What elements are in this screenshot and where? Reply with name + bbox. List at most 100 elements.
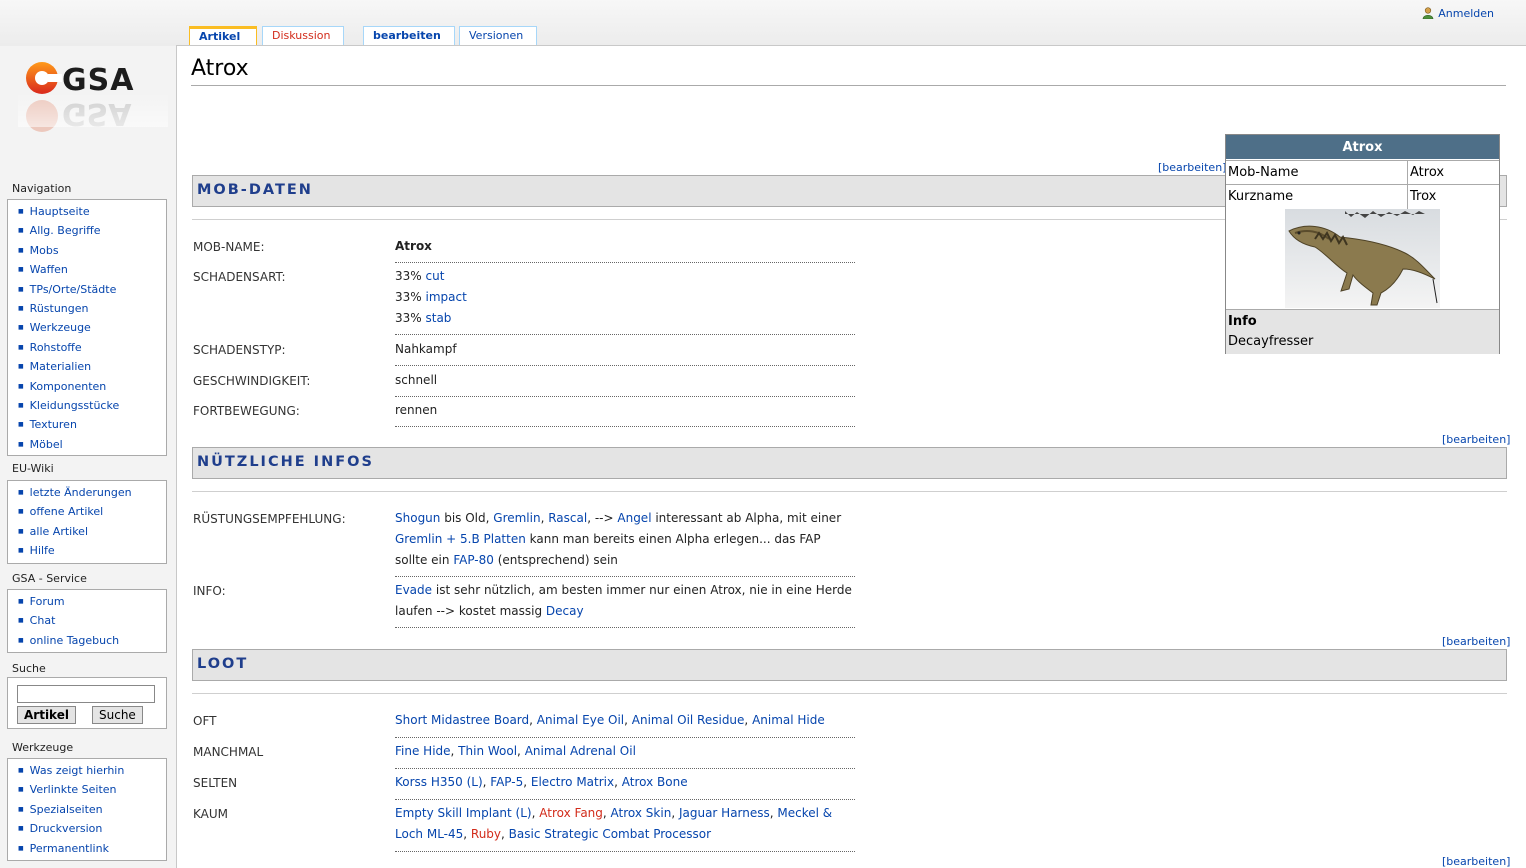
edit-section-next[interactable]: [bearbeiten] xyxy=(1442,855,1510,868)
info-value: Evade ist sehr nützlich, am besten immer… xyxy=(395,580,853,622)
damage-pct: 33% xyxy=(395,290,426,304)
damage-type-label: SCHADENSART: xyxy=(193,270,286,284)
armor-recommendation-value: Shogun bis Old, Gremlin, Rascal, --> Ang… xyxy=(395,508,853,571)
nav-item-moebel[interactable]: Möbel xyxy=(18,435,166,454)
tab-discussion[interactable]: Diskussion xyxy=(262,26,344,45)
euwiki-item-changes[interactable]: letzte Änderungen xyxy=(18,483,166,502)
nav-item-label: Mobs xyxy=(29,243,59,257)
nav-item-label: Texturen xyxy=(29,418,77,432)
tab-article[interactable]: Artikel xyxy=(189,26,257,45)
row-divider xyxy=(395,365,855,366)
damage-pct: 33% xyxy=(395,311,426,325)
loot-link[interactable]: Electro Matrix xyxy=(531,775,614,789)
nav-item-werkzeuge[interactable]: Werkzeuge xyxy=(18,318,166,337)
loot-link[interactable]: Atrox Bone xyxy=(622,775,688,789)
row-divider xyxy=(395,396,855,397)
tab-history[interactable]: Versionen xyxy=(459,26,537,45)
edit-section-loot[interactable]: [bearbeiten] xyxy=(1442,635,1510,648)
edit-section-infos[interactable]: [bearbeiten] xyxy=(1442,433,1510,446)
nav-item-ruestungen[interactable]: Rüstungen xyxy=(18,299,166,318)
tab-article-label: Artikel xyxy=(199,30,241,43)
damage-link-impact[interactable]: impact xyxy=(426,290,467,304)
text: , xyxy=(523,775,531,789)
nav-item-materialien[interactable]: Materialien xyxy=(18,357,166,376)
damage-cut: 33% cut xyxy=(395,266,853,287)
login-link[interactable]: Anmelden xyxy=(1438,7,1494,20)
link-fap80[interactable]: FAP-80 xyxy=(453,553,494,567)
text: , xyxy=(602,806,611,820)
gsa-logo[interactable]: GSA GSA xyxy=(18,52,168,172)
loot-link[interactable]: Animal Eye Oil xyxy=(537,713,624,727)
infobox-row-mobname: Mob-Name Atrox xyxy=(1226,160,1499,185)
section-header: NÜTZLICHE INFOS xyxy=(192,447,1507,479)
text: , xyxy=(529,713,537,727)
link-gremlin-plates[interactable]: Gremlin + 5.B Platten xyxy=(395,532,526,546)
damage-link-stab[interactable]: stab xyxy=(426,311,452,325)
loot-link-missing[interactable]: Atrox Fang xyxy=(539,806,603,820)
link-angel[interactable]: Angel xyxy=(617,511,651,525)
euwiki-item-all[interactable]: alle Artikel xyxy=(18,522,166,541)
link-shogun[interactable]: Shogun xyxy=(395,511,440,525)
text: , xyxy=(517,744,525,758)
loot-link[interactable]: Fine Hide xyxy=(395,744,451,758)
tab-edit-label: bearbeiten xyxy=(373,29,441,42)
nav-item-texturen[interactable]: Texturen xyxy=(18,415,166,434)
nav-item-label: Rohstoffe xyxy=(29,340,82,354)
section-title: LOOT xyxy=(197,656,249,672)
damage-link-cut[interactable]: cut xyxy=(426,269,445,283)
nav-item-hauptseite[interactable]: Hauptseite xyxy=(18,202,166,221)
infobox: Atrox Mob-Name Atrox Kurzname Trox Info … xyxy=(1225,134,1500,354)
nav-item-mobs[interactable]: Mobs xyxy=(18,241,166,260)
loot-link[interactable]: Basic Strategic Combat Processor xyxy=(509,827,711,841)
link-gremlin[interactable]: Gremlin xyxy=(493,511,540,525)
euwiki-item-label: alle Artikel xyxy=(29,524,89,538)
search-input[interactable] xyxy=(17,685,155,703)
loot-link[interactable]: Atrox Skin xyxy=(611,806,672,820)
loot-link[interactable]: Short Midastree Board xyxy=(395,713,529,727)
tools-item-special[interactable]: Spezialseiten xyxy=(18,800,166,819)
tools-item-related[interactable]: Verlinkte Seiten xyxy=(18,780,166,799)
infobox-key: Mob-Name xyxy=(1228,165,1299,180)
nav-item-label: Materialien xyxy=(29,360,92,374)
service-item-diary[interactable]: online Tagebuch xyxy=(18,631,166,650)
tools-item-label: Verlinkte Seiten xyxy=(29,783,117,797)
nav-item-rohstoffe[interactable]: Rohstoffe xyxy=(18,338,166,357)
loot-link[interactable]: Korss H350 (L) xyxy=(395,775,483,789)
damage-kind-value: Nahkampf xyxy=(395,342,457,356)
loot-link[interactable]: Animal Adrenal Oil xyxy=(525,744,636,758)
loot-link-missing[interactable]: Ruby xyxy=(471,827,501,841)
service-item-forum[interactable]: Forum xyxy=(18,592,166,611)
loot-link[interactable]: Thin Wool xyxy=(458,744,517,758)
loot-link[interactable]: FAP-5 xyxy=(490,775,523,789)
loot-link[interactable]: Jaguar Harness xyxy=(679,806,770,820)
nav-item-kleidung[interactable]: Kleidungsstücke xyxy=(18,396,166,415)
edit-section-mob[interactable]: [bearbeiten] xyxy=(1158,161,1226,174)
infobox-title: Atrox xyxy=(1226,135,1499,159)
tools-item-print[interactable]: Druckversion xyxy=(18,819,166,838)
nav-item-tps[interactable]: TPs/Orte/Städte xyxy=(18,280,166,299)
nav-item-komponenten[interactable]: Komponenten xyxy=(18,377,166,396)
tools-item-permalink[interactable]: Permanentlink xyxy=(18,839,166,858)
text: , xyxy=(671,806,679,820)
nav-item-begriffe[interactable]: Allg. Begriffe xyxy=(18,221,166,240)
euwiki-item-label: Hilfe xyxy=(29,544,55,558)
link-evade[interactable]: Evade xyxy=(395,583,432,597)
link-decay[interactable]: Decay xyxy=(546,604,584,618)
tools-item-whatlinkshere[interactable]: Was zeigt hierhin xyxy=(18,761,166,780)
loot-sometimes-label: MANCHMAL xyxy=(193,745,264,759)
euwiki-item-help[interactable]: Hilfe xyxy=(18,541,166,560)
nav-item-label: TPs/Orte/Städte xyxy=(29,282,117,296)
search-article-button[interactable]: Artikel xyxy=(17,706,76,724)
euwiki-item-open[interactable]: offene Artikel xyxy=(18,502,166,521)
service-item-chat[interactable]: Chat xyxy=(18,611,166,630)
loot-link[interactable]: Animal Oil Residue xyxy=(632,713,745,727)
loot-link[interactable]: Empty Skill Implant (L) xyxy=(395,806,532,820)
tab-edit[interactable]: bearbeiten xyxy=(363,26,455,45)
link-rascal[interactable]: Rascal xyxy=(548,511,587,525)
nav-item-label: Werkzeuge xyxy=(29,321,91,335)
info-label: INFO: xyxy=(193,584,226,598)
search-fulltext-button[interactable]: Suche xyxy=(92,706,143,724)
loot-link[interactable]: Animal Hide xyxy=(752,713,825,727)
nav-item-waffen[interactable]: Waffen xyxy=(18,260,166,279)
atrox-image[interactable] xyxy=(1285,209,1440,308)
